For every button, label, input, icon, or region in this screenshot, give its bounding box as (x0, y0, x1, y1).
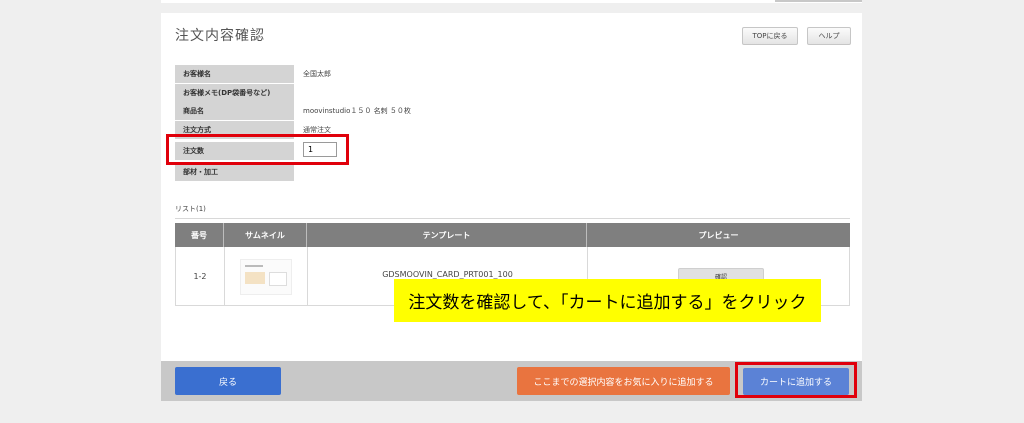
top-strip (161, 0, 862, 3)
header-preview: プレビュー (698, 230, 739, 240)
header-thumbnail: サムネイル (224, 223, 307, 247)
cell-thumbnail (225, 247, 308, 306)
header-number: 番号 (175, 223, 224, 247)
info-label: 商品名 (175, 102, 294, 120)
top-button[interactable]: TOPに戻る (742, 27, 798, 45)
cart-highlight-box (735, 362, 857, 398)
info-value: 全国太郎 (303, 70, 331, 78)
back-button[interactable]: 戻る (175, 367, 281, 395)
cell-number: 1-2 (176, 247, 225, 306)
instruction-banner: 注文数を確認して、「カートに追加する」をクリック (394, 279, 821, 322)
info-value: moovinstudio１５０ 名刺 ５０枚 (303, 107, 411, 115)
add-to-favorites-button[interactable]: ここまでの選択内容をお気に入りに追加する (517, 367, 730, 395)
page-title: 注文内容確認 (175, 28, 265, 44)
info-label: 部材・加工 (175, 163, 294, 181)
help-button[interactable]: ヘルプ (807, 27, 851, 45)
list-divider (175, 218, 850, 219)
info-label: お客様名 (175, 65, 294, 83)
list-label: リスト(1) (175, 205, 206, 213)
top-tab-edge (775, 0, 862, 2)
template-thumbnail-image[interactable] (240, 258, 292, 295)
quantity-highlight-box (166, 134, 349, 165)
table-header: 番号 サムネイル テンプレート プレビュー (175, 223, 850, 247)
info-label: お客様メモ(DP袋番号など) (175, 84, 294, 102)
header-template: テンプレート (307, 223, 587, 247)
